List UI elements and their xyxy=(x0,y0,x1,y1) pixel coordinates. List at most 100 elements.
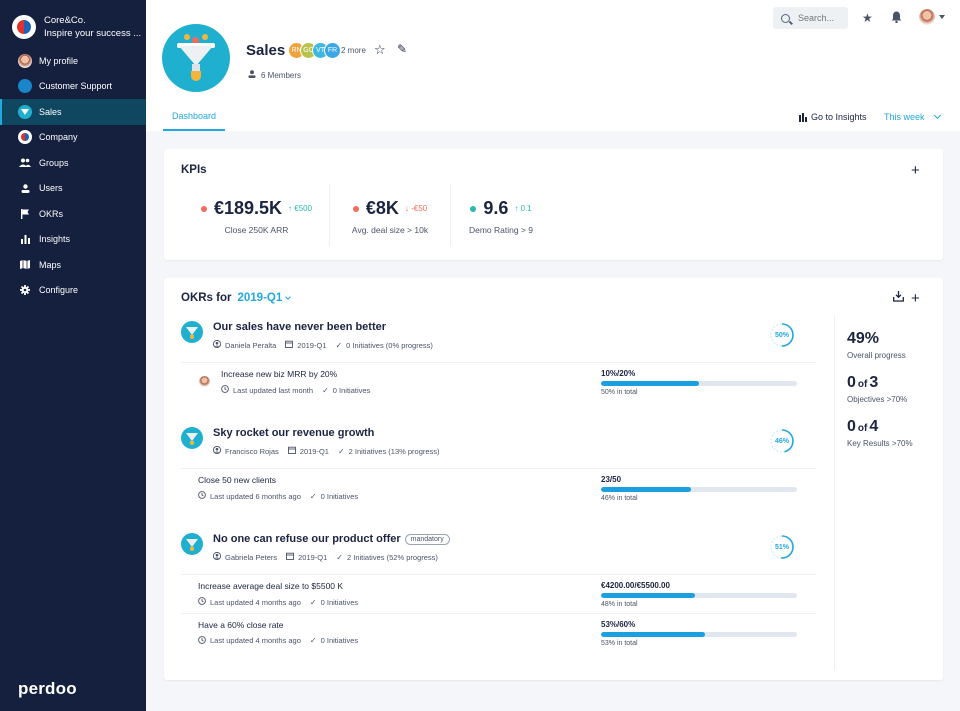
sidebar-item-label: Company xyxy=(39,132,78,143)
sidebar-item-label: OKRs xyxy=(39,208,64,219)
key-result-title[interactable]: Increase average deal size to $5500 K xyxy=(198,581,343,591)
key-result-title[interactable]: Close 50 new clients xyxy=(198,475,276,485)
funnel-icon xyxy=(181,427,203,449)
objective-row[interactable]: No one can refuse our product offer manda… xyxy=(181,533,816,567)
sidebar-item-users[interactable]: Users xyxy=(0,176,146,202)
flag-icon xyxy=(18,207,32,221)
key-result-total: 50% in total xyxy=(601,389,638,396)
objective-owner[interactable]: Daniela Peralta xyxy=(225,341,276,350)
sidebar-item-my-profile[interactable]: My profile xyxy=(0,48,146,74)
objective-progress-label: 50% xyxy=(774,331,789,339)
stat-overall-progress: 49% Overall progress xyxy=(847,330,906,360)
objective-title[interactable]: No one can refuse our product offer manda… xyxy=(213,533,450,545)
objective-initiatives[interactable]: 2 Initiatives (52% progress) xyxy=(347,553,438,562)
sidebar-item-maps[interactable]: Maps xyxy=(0,252,146,278)
more-members-link[interactable]: 2 more xyxy=(341,46,366,55)
favorite-star-icon[interactable]: ☆ xyxy=(374,42,386,58)
mandatory-tag: mandatory xyxy=(404,533,450,545)
user-circle-icon xyxy=(212,445,222,456)
progress-bar xyxy=(601,487,797,492)
sidebar-item-label: Maps xyxy=(39,259,62,270)
org-switcher[interactable]: Core&Co. Inspire your success ... xyxy=(0,0,146,44)
sidebar-item-okrs[interactable]: OKRs xyxy=(0,201,146,227)
objective-title[interactable]: Sky rocket our revenue growth xyxy=(213,427,374,439)
kr-owner-avatar[interactable] xyxy=(199,376,210,387)
check-icon: ✓ xyxy=(322,385,329,395)
kpi-item[interactable]: €8K ↓ -€50 Avg. deal size > 10k xyxy=(330,184,450,246)
progress-bar xyxy=(601,631,797,637)
download-icon[interactable] xyxy=(893,291,904,305)
key-result-progress[interactable]: 53%/60% 53% in total xyxy=(601,620,797,647)
okr-stats: 49% Overall progress 0 of 3 Objectives >70… xyxy=(847,330,913,462)
objective-row[interactable]: Our sales have never been better Daniela … xyxy=(181,321,816,355)
add-kpi-button[interactable]: + xyxy=(911,163,920,178)
person-icon xyxy=(248,70,256,80)
calendar-icon xyxy=(285,340,294,350)
key-result-row[interactable]: Close 50 new clients Last updated 6 month… xyxy=(181,468,816,507)
add-okr-button[interactable]: + xyxy=(911,291,920,306)
caret-down-icon[interactable] xyxy=(939,15,945,19)
sidebar-item-sales[interactable]: Sales xyxy=(0,99,146,125)
star-icon[interactable]: ★ xyxy=(862,11,873,25)
search-box[interactable] xyxy=(773,7,848,29)
key-result-title[interactable]: Have a 60% close rate xyxy=(198,620,284,630)
sidebar-item-configure[interactable]: Configure xyxy=(0,278,146,304)
sidebar-item-label: Customer Support xyxy=(39,81,113,92)
objective-title[interactable]: Our sales have never been better xyxy=(213,321,386,333)
objective-initiatives[interactable]: 2 Initiatives (13% progress) xyxy=(349,447,440,456)
sidebar: Core&Co. Inspire your success ... My pro… xyxy=(0,0,146,711)
key-result-row[interactable]: Increase new biz MRR by 20% Last updated … xyxy=(181,362,816,401)
user-circle-icon xyxy=(212,339,222,350)
kpi-status-dot xyxy=(200,205,207,212)
kpi-label: Close 250K ARR xyxy=(224,225,289,235)
kpi-label: Avg. deal size > 10k xyxy=(351,225,429,235)
objective-owner[interactable]: Gabriela Peters xyxy=(225,553,277,562)
sidebar-item-label: Groups xyxy=(39,157,69,168)
sidebar-item-insights[interactable]: Insights xyxy=(0,227,146,253)
check-icon: ✓ xyxy=(309,491,317,501)
objective-initiatives[interactable]: 0 Initiatives (0% progress) xyxy=(346,341,433,350)
objective-row[interactable]: Sky rocket our revenue growth Francisco R… xyxy=(181,427,816,461)
member-badge[interactable]: FR xyxy=(324,42,341,59)
kpi-label: Demo Rating > 9 xyxy=(468,225,534,235)
org-tagline: Inspire your success ... xyxy=(44,28,142,39)
progress-bar xyxy=(601,593,797,598)
user-avatar-icon[interactable] xyxy=(919,9,935,25)
key-result-total: 48% in total xyxy=(601,601,638,608)
key-result-row[interactable]: Increase average deal size to $5500 K Las… xyxy=(181,574,816,613)
objective-progress-ring: 46% xyxy=(769,428,795,454)
calendar-icon xyxy=(287,446,296,456)
kpi-delta: ↓ -€50 xyxy=(404,204,428,213)
period-select[interactable]: This week xyxy=(884,111,941,122)
okr-period-select[interactable]: 2019-Q1 xyxy=(237,292,292,304)
key-result-value: 53%/60% xyxy=(601,619,636,629)
members-count[interactable]: 6 Members xyxy=(248,70,301,80)
clock-icon xyxy=(198,597,206,607)
kpi-value: 9.6 xyxy=(483,198,509,218)
sidebar-item-company[interactable]: Company xyxy=(0,125,146,151)
bell-icon[interactable] xyxy=(891,11,902,26)
kpi-item[interactable]: 9.6 ↑ 0.1 Demo Rating > 9 xyxy=(451,184,551,246)
sidebar-item-groups[interactable]: Groups xyxy=(0,150,146,176)
key-result-title[interactable]: Increase new biz MRR by 20% xyxy=(221,369,337,379)
kpi-item[interactable]: €189.5K ↑ €500 Close 250K ARR xyxy=(184,184,329,246)
key-result-progress[interactable]: 23/50 46% in total xyxy=(601,475,797,502)
key-result-row[interactable]: Have a 60% close rate Last updated 4 mont… xyxy=(181,612,816,652)
sidebar-item-label: Insights xyxy=(39,234,71,245)
objective-period: 2019-Q1 xyxy=(298,552,328,562)
tab-dashboard[interactable]: Dashboard xyxy=(163,101,225,131)
key-result-progress[interactable]: €4200.00/€5500.00 48% in total xyxy=(601,581,797,608)
key-result-progress[interactable]: 10%/20% 50% in total xyxy=(601,369,797,396)
kpis-title: KPIs xyxy=(181,164,207,176)
check-icon: ✓ xyxy=(335,340,343,350)
objective-period: 2019-Q1 xyxy=(297,340,327,350)
perdoo-logo[interactable]: perdoo xyxy=(18,679,77,699)
key-result-meta: Last updated last month ✓ 0 Initiatives xyxy=(221,385,379,395)
objective-owner[interactable]: Francisco Rojas xyxy=(225,447,279,456)
edit-pencil-icon[interactable]: ✎ xyxy=(397,42,407,56)
member-badges[interactable]: RN GC VT FR xyxy=(288,42,341,59)
sidebar-item-customer-support[interactable]: Customer Support xyxy=(0,74,146,100)
search-input[interactable] xyxy=(798,13,843,23)
go-to-insights-button[interactable]: Go to Insights xyxy=(799,112,867,122)
kpi-status-dot xyxy=(470,205,477,212)
